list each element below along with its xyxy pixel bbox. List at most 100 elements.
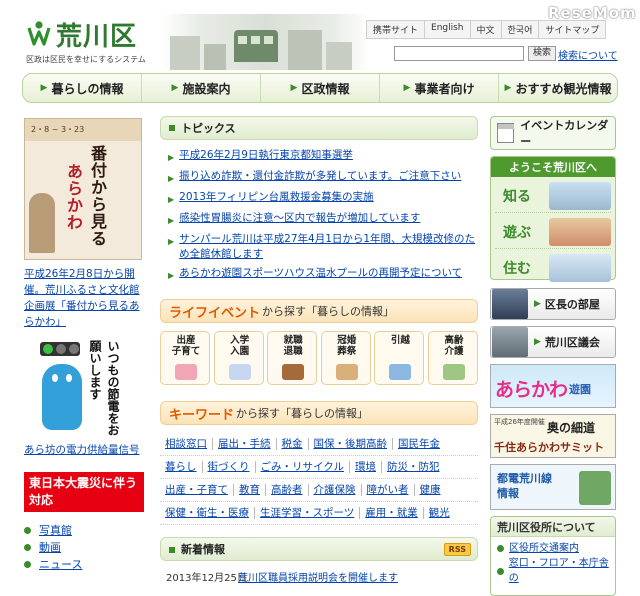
- search-input[interactable]: [394, 46, 524, 61]
- arakawa-yuen-banner[interactable]: あらかわ 遊園: [490, 364, 616, 408]
- exhibition-poster[interactable]: 2・8 ~ 3・23 番付から見る あらかわ: [24, 118, 142, 260]
- news-header: 新着情報 RSS: [160, 537, 478, 561]
- keyword-link[interactable]: ごみ・リサイクル: [256, 461, 350, 473]
- city-office-box: 荒川区役所について 区役所交通案内 窓口・フロア・本庁舎の: [490, 516, 616, 596]
- keyword-link[interactable]: 相談窓口: [160, 438, 213, 450]
- keyword-link[interactable]: 税金: [277, 438, 309, 450]
- welcome-play-link[interactable]: 遊ぶ: [495, 215, 611, 249]
- mayor-room-button[interactable]: ▶ 区長の部屋: [490, 288, 616, 320]
- news-section: 新着情報 RSS 2013年12月25日 荒川区職員採用説明会を開催します: [160, 537, 478, 584]
- keyword-link[interactable]: 暮らし: [160, 461, 203, 473]
- welcome-know-link[interactable]: 知る: [495, 179, 611, 213]
- triangle-right-icon: ▶: [403, 83, 411, 93]
- keyword-link[interactable]: 介護保険: [309, 484, 362, 496]
- keywords-header: キーワード から探す「暮らしの情報」: [160, 401, 478, 425]
- gnav-living[interactable]: ▶ 暮らしの情報: [23, 74, 142, 102]
- topic-item: ▶ 感染性胃腸炎に注意～区内で報告が増加しています: [168, 211, 478, 228]
- office-access-link[interactable]: 区役所交通案内: [509, 541, 579, 556]
- keyword-link[interactable]: 教育: [234, 484, 266, 496]
- triangle-right-icon: ▶: [504, 83, 512, 93]
- topic-link[interactable]: 平成26年2月9日執行東京都知事選挙: [179, 148, 353, 165]
- gnav-business[interactable]: ▶ 事業者向け: [380, 74, 499, 102]
- gnav-government[interactable]: ▶ 区政情報: [261, 74, 380, 102]
- util-mobile-link[interactable]: 携帯サイト: [367, 21, 426, 38]
- util-sitemap-link[interactable]: サイトマップ: [539, 21, 605, 38]
- life-event-label: 引越: [390, 335, 410, 346]
- assembly-button[interactable]: ▶ 荒川区議会: [490, 326, 616, 358]
- gnav-label: 事業者向け: [414, 81, 475, 96]
- topic-link[interactable]: あらかわ遊園スポーツハウス温水プールの再開予定について: [179, 266, 462, 283]
- life-moving-button[interactable]: 引越: [374, 331, 425, 385]
- keyword-link[interactable]: 高齢者: [266, 484, 309, 496]
- search-button[interactable]: 検索: [528, 46, 557, 61]
- logo-title: 荒川区: [56, 22, 138, 52]
- keyword-link[interactable]: 障がい者: [362, 484, 415, 496]
- topic-link[interactable]: 感染性胃腸炎に注意～区内で報告が増加しています: [179, 211, 420, 228]
- calendar-icon: [497, 123, 515, 143]
- keyword-link[interactable]: 届出・手続: [213, 438, 277, 450]
- resemom-watermark: ReseMom: [548, 4, 637, 22]
- keyword-link[interactable]: 国民年金: [393, 438, 445, 450]
- bullet-icon: [497, 567, 504, 575]
- topic-link[interactable]: 振り込め詐欺・還付金詐欺が多発しています。ご注意下さい: [179, 169, 461, 186]
- triangle-right-icon: ▶: [290, 83, 298, 93]
- search-help-link[interactable]: 検索について: [558, 47, 618, 62]
- keyword-link[interactable]: 雇用・就業: [360, 507, 424, 519]
- left-nav-news[interactable]: ニュース: [39, 556, 82, 573]
- keyword-link[interactable]: 健康: [415, 484, 446, 496]
- left-nav-item[interactable]: ニュース: [24, 556, 148, 573]
- power-signal-mascot[interactable]: いつもの節電をお願いします: [38, 340, 130, 436]
- keyword-link[interactable]: 国保・後期高齢: [309, 438, 393, 450]
- play-photo: [549, 218, 611, 246]
- office-link-item[interactable]: 窓口・フロア・本庁舎の: [497, 556, 615, 586]
- life-birth-childcare-button[interactable]: 出産 子育て: [160, 331, 210, 385]
- topic-link[interactable]: 2013年フィリピン台風救援金募集の実施: [179, 190, 374, 207]
- news-title: 新着情報: [181, 543, 225, 556]
- keyword-link[interactable]: 出産・子育て: [160, 484, 234, 496]
- event-calendar-button[interactable]: イベントカレンダー: [490, 116, 616, 150]
- welcome-live-link[interactable]: 住む: [495, 251, 611, 285]
- keyword-link[interactable]: 環境: [350, 461, 382, 473]
- topics-section: トピックス ▶ 平成26年2月9日執行東京都知事選挙 ▶ 振り込め詐欺・還付金詐欺が…: [160, 116, 478, 283]
- life-elderly-care-button[interactable]: 高齢 介護: [427, 331, 478, 385]
- left-nav-item[interactable]: 写真館: [24, 522, 148, 539]
- topics-title: トピックス: [181, 122, 236, 135]
- topic-link[interactable]: サンパール荒川は平成27年4月1日から1年間、大規模改修のため全館休館します: [179, 232, 478, 262]
- couple-icon: [335, 364, 358, 380]
- poster-caption-link[interactable]: 平成26年2月8日から開催。荒川ふるさと文化館企画展「番付から見るあらかわ」: [24, 266, 148, 330]
- news-link[interactable]: 荒川区職員採用説明会を開催します: [238, 569, 398, 584]
- keyword-row: 出産・子育て 教育 高齢者 介護保険 障がい者 健康: [160, 479, 478, 502]
- util-chinese-link[interactable]: 中文: [471, 21, 502, 38]
- keyword-link[interactable]: 防災・防犯: [382, 461, 445, 473]
- keywords-heading: キーワード: [169, 407, 235, 423]
- life-school-entry-button[interactable]: 入学 入園: [213, 331, 264, 385]
- office-floor-link[interactable]: 窓口・フロア・本庁舎の: [509, 556, 615, 586]
- keyword-link[interactable]: 保健・衛生・医療: [160, 507, 255, 519]
- welcome-play-label: 遊ぶ: [503, 224, 531, 241]
- toden-banner[interactable]: 都電荒川線 情報: [490, 464, 616, 510]
- triangle-right-icon: ▶: [168, 271, 175, 280]
- util-korean-link[interactable]: 한국어: [502, 21, 540, 38]
- gnav-tourism[interactable]: ▶ おすすめ観光情報: [499, 74, 617, 102]
- keyword-link[interactable]: 生涯学習・スポーツ: [255, 507, 361, 519]
- earthquake-banner[interactable]: 東日本大震災に伴う対応: [24, 472, 144, 512]
- util-english-link[interactable]: English: [425, 21, 471, 38]
- summit-banner-small: 平成26年度開催: [494, 418, 545, 426]
- life-ceremony-button[interactable]: 冠婚 葬祭: [320, 331, 371, 385]
- life-event-label: 冠婚 葬祭: [337, 335, 357, 357]
- office-link-item[interactable]: 区役所交通案内: [497, 541, 615, 556]
- keyword-link[interactable]: 街づくり: [203, 461, 256, 473]
- bullet-icon: [24, 561, 31, 568]
- toden-banner-title: 都電荒川線 情報: [497, 472, 552, 500]
- left-nav-photos[interactable]: 写真館: [39, 522, 72, 539]
- gnav-facilities[interactable]: ▶ 施設案内: [142, 74, 261, 102]
- power-signal-link[interactable]: あら坊の電力供給量信号: [24, 442, 148, 458]
- rss-button[interactable]: RSS: [443, 542, 471, 556]
- triangle-right-icon: ▶: [168, 216, 175, 225]
- mascot-character: [42, 364, 82, 430]
- left-nav-item[interactable]: 動画: [24, 539, 148, 556]
- keyword-link[interactable]: 観光: [424, 507, 455, 519]
- left-nav-video[interactable]: 動画: [39, 539, 61, 556]
- summit-banner[interactable]: 平成26年度開催 奥の細道 千住あらかわサミット: [490, 414, 616, 458]
- life-employment-button[interactable]: 就職 退職: [267, 331, 318, 385]
